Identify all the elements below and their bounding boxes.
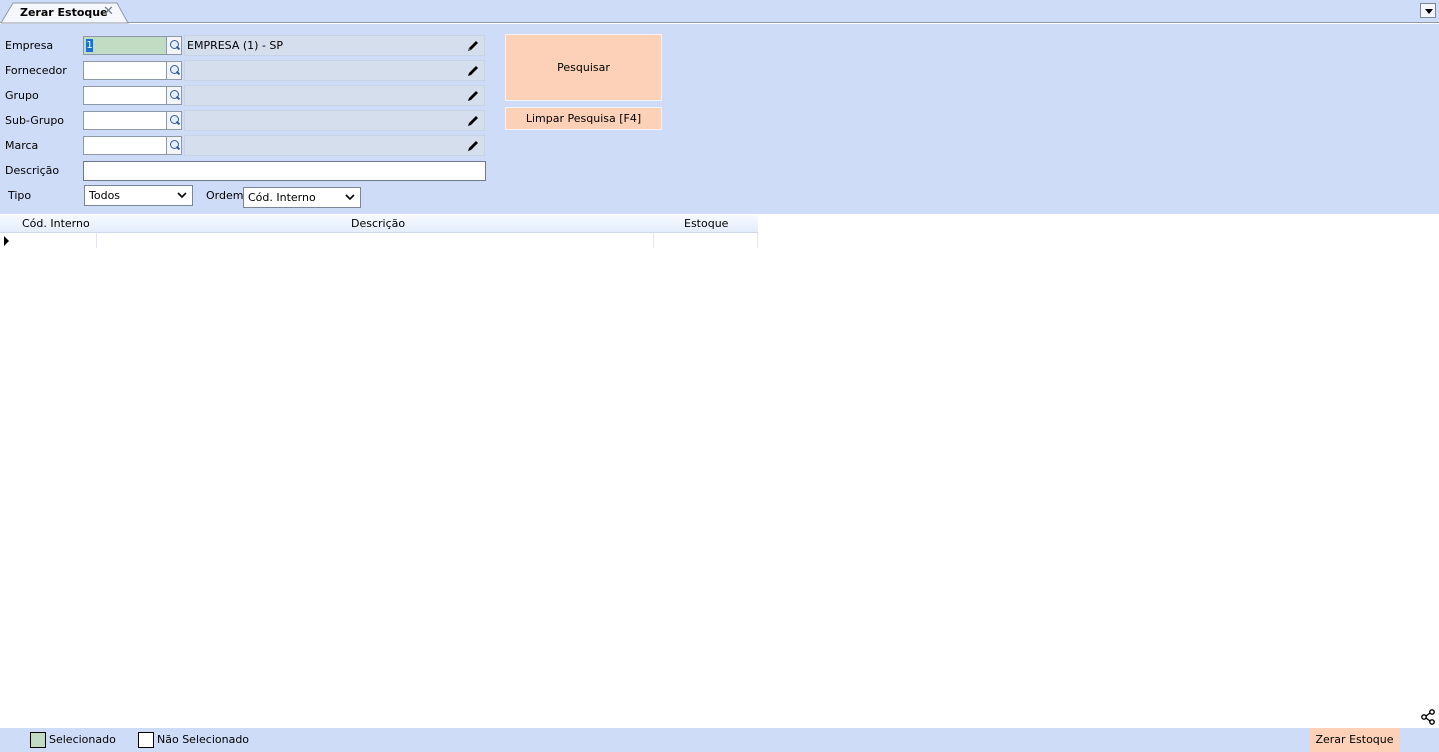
marca-search-icon[interactable] — [166, 136, 182, 155]
table-row[interactable] — [0, 233, 758, 248]
grupo-code-input[interactable] — [83, 86, 167, 105]
grupo-search-icon[interactable] — [166, 86, 182, 105]
close-icon[interactable]: ✕ — [103, 5, 114, 19]
zero-stock-button[interactable]: Zerar Estoque — [1310, 728, 1399, 752]
column-header-cod-interno[interactable]: Cód. Interno — [22, 215, 90, 233]
empresa-description: EMPRESA (1) - SP — [187, 39, 284, 52]
row-indicator-icon — [4, 236, 9, 246]
share-icon[interactable] — [1420, 709, 1436, 725]
pencil-icon[interactable] — [466, 114, 480, 128]
chevron-down-icon[interactable] — [1420, 3, 1436, 18]
empresa-code-value: 1 — [86, 39, 93, 52]
grupo-description-field — [184, 85, 485, 106]
fornecedor-label: Fornecedor — [5, 64, 67, 77]
tab-zerar-estoque[interactable]: Zerar Estoque ✕ — [1, 2, 129, 24]
marca-label: Marca — [5, 139, 39, 152]
chevron-down-icon — [177, 192, 187, 199]
column-divider — [757, 233, 758, 248]
pencil-icon[interactable] — [466, 39, 480, 53]
search-button[interactable]: Pesquisar — [505, 34, 662, 101]
tab-title: Zerar Estoque — [20, 6, 108, 19]
pencil-icon[interactable] — [466, 139, 480, 153]
descricao-input[interactable] — [83, 161, 486, 181]
column-header-descricao[interactable]: Descrição — [351, 215, 405, 233]
column-header-estoque[interactable]: Estoque — [684, 215, 728, 233]
subgrupo-label: Sub-Grupo — [5, 114, 65, 127]
empresa-label: Empresa — [5, 39, 54, 52]
descricao-label: Descrição — [5, 164, 60, 177]
fornecedor-code-input[interactable] — [83, 61, 167, 80]
column-divider — [653, 233, 654, 248]
chevron-down-icon — [345, 194, 355, 201]
marca-description-field — [184, 135, 485, 156]
clear-search-button[interactable]: Limpar Pesquisa [F4] — [505, 107, 662, 130]
legend-selected-swatch — [30, 732, 46, 748]
fornecedor-search-icon[interactable] — [166, 61, 182, 80]
footer-bar: Selecionado Não Selecionado Zerar Estoqu… — [0, 728, 1439, 752]
subgrupo-code-input[interactable] — [83, 111, 167, 130]
tab-strip: Zerar Estoque ✕ — [0, 0, 1439, 24]
grupo-label: Grupo — [5, 89, 39, 102]
empresa-description-field: EMPRESA (1) - SP — [184, 35, 485, 56]
filter-panel: Empresa 1 EMPRESA (1) - SP Fornecedor Gr… — [0, 24, 1439, 214]
tipo-selected: Todos — [89, 189, 121, 202]
tipo-select[interactable]: Todos — [84, 185, 193, 206]
marca-code-input[interactable] — [83, 136, 167, 155]
ordem-select[interactable]: Cód. Interno — [243, 187, 361, 208]
pencil-icon[interactable] — [466, 89, 480, 103]
grid-header: Cód. Interno Descrição Estoque — [0, 215, 758, 233]
ordem-label: Ordem — [206, 189, 244, 202]
empresa-code-input[interactable]: 1 — [83, 36, 167, 55]
pencil-icon[interactable] — [466, 64, 480, 78]
legend-selected-label: Selecionado — [49, 733, 116, 746]
column-divider — [96, 233, 97, 248]
empresa-search-icon[interactable] — [166, 36, 182, 55]
tipo-label: Tipo — [8, 189, 32, 202]
legend-not-selected-label: Não Selecionado — [157, 733, 250, 746]
subgrupo-search-icon[interactable] — [166, 111, 182, 130]
subgrupo-description-field — [184, 110, 485, 131]
ordem-selected: Cód. Interno — [248, 191, 316, 204]
legend-not-selected-swatch — [138, 732, 154, 748]
fornecedor-description-field — [184, 60, 485, 81]
